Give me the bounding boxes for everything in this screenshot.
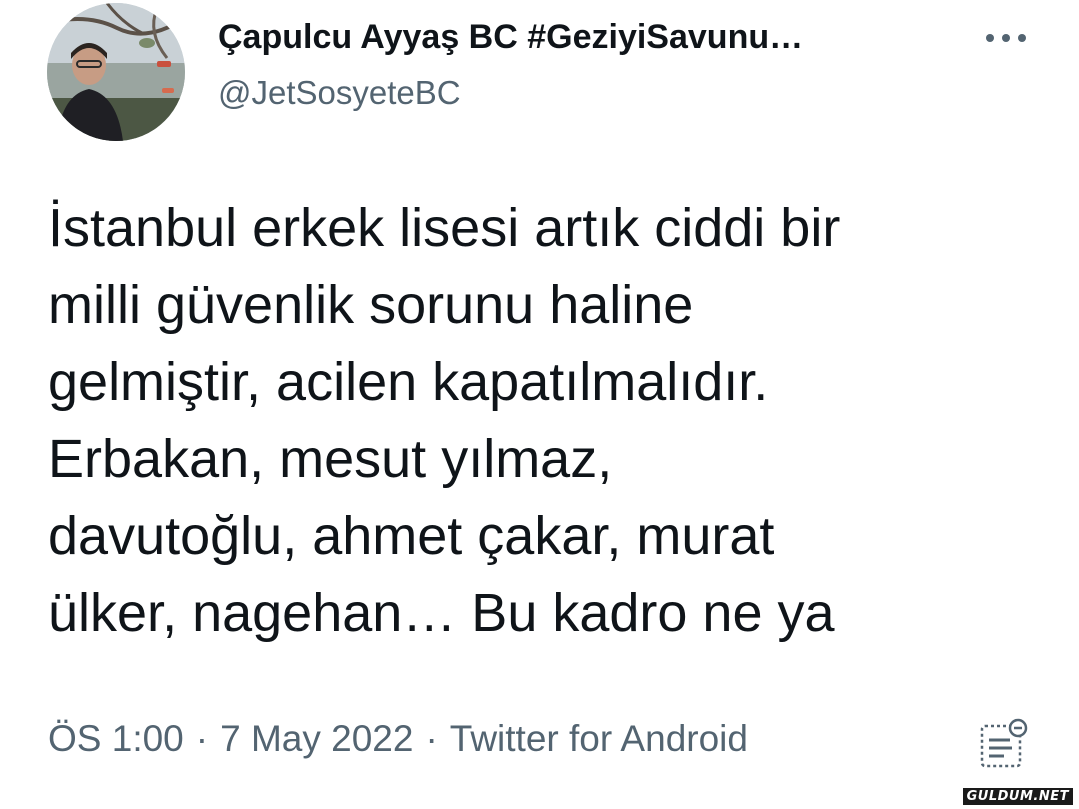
- avatar[interactable]: [47, 3, 185, 141]
- more-options-icon: [986, 34, 1026, 42]
- tweet-text: İstanbul erkek lisesi artık ciddi bir mi…: [48, 190, 1048, 652]
- tweet-line: milli güvenlik sorunu haline: [48, 275, 694, 335]
- meta-separator: ·: [425, 718, 438, 759]
- author-handle[interactable]: @JetSosyeteBC: [218, 74, 461, 112]
- tweet-time[interactable]: ÖS 1:00: [48, 718, 184, 759]
- tweet-line: Erbakan, mesut yılmaz,: [48, 429, 613, 489]
- profile-photo-icon: [47, 3, 185, 141]
- tweet-line: davutoğlu, ahmet çakar, murat: [48, 506, 775, 566]
- analytics-button[interactable]: [974, 716, 1032, 772]
- more-options-button[interactable]: [978, 20, 1034, 56]
- author-display-name[interactable]: Çapulcu Ayyaş BC #GeziyiSavunu…: [218, 18, 803, 57]
- tweet-line: ülker, nagehan… Bu kadro ne ya: [48, 583, 835, 643]
- tweet-date[interactable]: 7 May 2022: [220, 718, 413, 759]
- tweet-meta: ÖS 1:00 · 7 May 2022 · Twitter for Android: [48, 718, 748, 760]
- tweet-source[interactable]: Twitter for Android: [450, 718, 748, 759]
- meta-separator: ·: [195, 718, 209, 759]
- view-tweet-analytics-icon: [980, 718, 1028, 768]
- tweet-line: gelmiştir, acilen kapatılmalıdır.: [48, 352, 769, 412]
- watermark: GULDUM.NET: [962, 788, 1073, 805]
- tweet-line: İstanbul erkek lisesi artık ciddi bir: [48, 198, 841, 258]
